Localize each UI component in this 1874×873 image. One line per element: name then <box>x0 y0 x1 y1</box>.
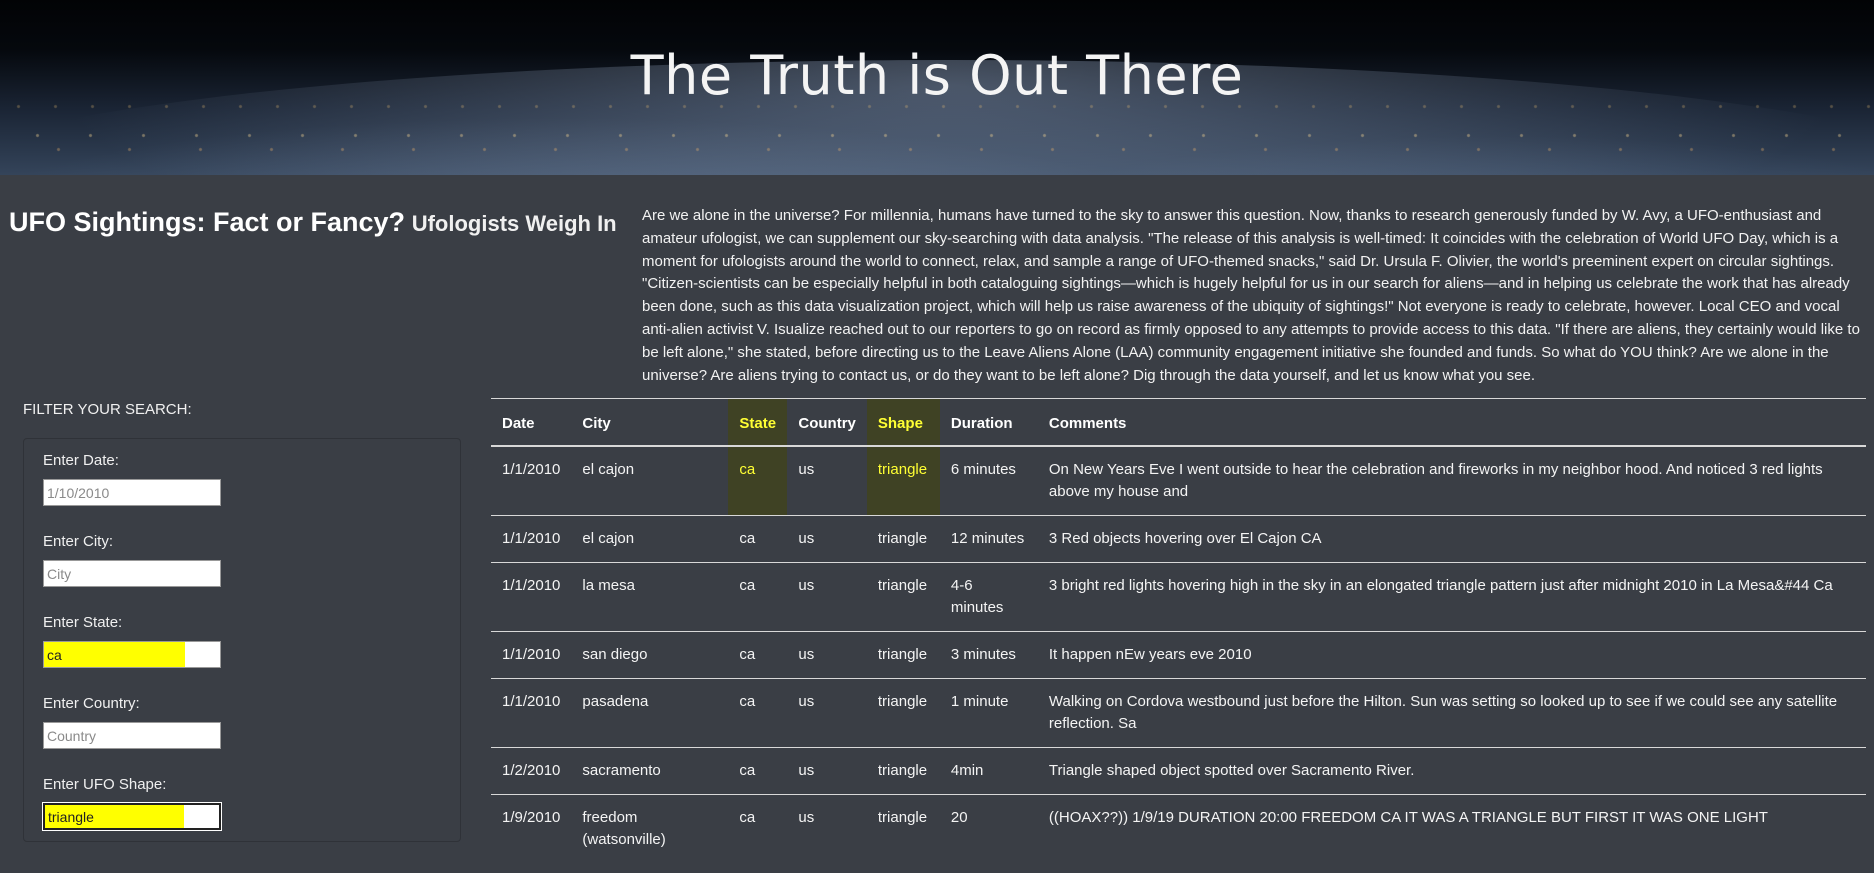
cell-date: 1/9/2010 <box>502 809 561 826</box>
cell-comments: 3 Red objects hovering over El Cajon CA <box>1048 530 1322 547</box>
table-row: 1/1/2010 pasadena ca us triangle 1 minute Walk… <box>491 679 1866 748</box>
hero-banner: The Truth is Out There <box>0 0 1874 175</box>
date-label: Enter Date: <box>43 452 119 469</box>
sightings-table-container: Date City State Country Shape Duration C… <box>491 398 1866 863</box>
filter-group-city: Enter City: <box>43 533 221 587</box>
filter-group-shape: Enter UFO Shape: <box>42 776 222 831</box>
cell-duration: 4-6 minutes <box>950 577 1004 616</box>
cell-state: ca <box>739 646 756 663</box>
cell-comments: On New Years Eve I went outside to hear … <box>1048 461 1823 500</box>
sightings-table: Date City State Country Shape Duration C… <box>491 398 1866 863</box>
header-shape[interactable]: Shape <box>866 398 940 446</box>
cell-state: ca <box>739 762 756 779</box>
cell-state: ca <box>728 446 788 516</box>
city-label: Enter City: <box>43 533 114 550</box>
filter-group-country: Enter Country: <box>43 695 221 749</box>
header-date[interactable]: Date <box>491 399 571 447</box>
cell-shape: triangle <box>877 762 928 779</box>
cell-date: 1/1/2010 <box>502 577 561 594</box>
hero-title: The Truth is Out There <box>630 44 1244 107</box>
city-input[interactable] <box>43 560 221 587</box>
table-row: 1/1/2010 el cajon ca us triangle 12 minutes 3 … <box>491 516 1866 563</box>
cell-comments: It happen nEw years eve 2010 <box>1048 646 1252 663</box>
cell-country: us <box>798 530 815 547</box>
cell-date: 1/1/2010 <box>502 646 561 663</box>
cell-duration: 1 minute <box>950 693 1009 710</box>
cell-comments: Walking on Cordova westbound just before… <box>1048 693 1838 732</box>
cell-duration: 3 minutes <box>950 646 1016 663</box>
state-label: Enter State: <box>43 614 123 631</box>
cell-city: freedom (watsonville) <box>582 809 666 848</box>
header-country[interactable]: Country <box>787 399 867 447</box>
cell-date: 1/1/2010 <box>502 461 561 478</box>
filter-heading: FILTER YOUR SEARCH: <box>23 401 192 418</box>
cell-state: ca <box>739 693 756 710</box>
cell-city: sacramento <box>582 762 661 779</box>
cell-duration: 20 <box>950 809 968 826</box>
table-row: 1/1/2010 el cajon ca us triangle 6 minutes On … <box>491 446 1866 516</box>
cell-comments: ((HOAX??)) 1/9/19 DURATION 20:00 FREEDOM… <box>1048 809 1768 826</box>
cell-duration: 12 minutes <box>950 530 1025 547</box>
cell-date: 1/2/2010 <box>502 762 561 779</box>
cell-country: us <box>798 646 815 663</box>
cell-country: us <box>798 461 815 478</box>
cell-comments: 3 bright red lights hovering high in the… <box>1048 577 1833 594</box>
cell-shape: triangle <box>877 530 928 547</box>
cell-state: ca <box>739 577 756 594</box>
shape-input[interactable] <box>42 802 222 831</box>
cell-shape: triangle <box>877 577 928 594</box>
cell-city: pasadena <box>582 693 649 710</box>
cell-comments: Triangle shaped object spotted over Sacr… <box>1048 762 1415 779</box>
cell-shape: triangle <box>877 809 928 826</box>
table-row: 1/1/2010 la mesa ca us triangle 4-6 minutes 3 … <box>491 563 1866 632</box>
filter-group-date: Enter Date: <box>43 452 221 506</box>
intro-paragraph: Are we alone in the universe? For millen… <box>642 207 1860 384</box>
country-label: Enter Country: <box>43 695 140 712</box>
table-row: 1/9/2010 freedom (watsonville) ca us triangl… <box>491 795 1866 864</box>
cell-city: san diego <box>582 646 648 663</box>
cell-state: ca <box>739 809 756 826</box>
page-title-main: UFO Sightings: Fact or Fancy? <box>9 207 406 237</box>
table-row: 1/2/2010 sacramento ca us triangle 4min Triang… <box>491 748 1866 795</box>
filter-panel: Enter Date: Enter City: Enter State: Ent… <box>23 438 461 842</box>
table-body: 1/1/2010 el cajon ca us triangle 6 minutes On … <box>491 446 1866 863</box>
header-comments[interactable]: Comments <box>1038 399 1866 447</box>
page-title: UFO Sightings: Fact or Fancy? Ufologists… <box>9 207 617 238</box>
shape-label: Enter UFO Shape: <box>43 776 167 793</box>
table-row: 1/1/2010 san diego ca us triangle 3 minutes It… <box>491 632 1866 679</box>
date-input[interactable] <box>43 479 221 506</box>
cell-city: el cajon <box>582 461 635 478</box>
cell-date: 1/1/2010 <box>502 693 561 710</box>
cell-country: us <box>798 809 815 826</box>
cell-state: ca <box>739 530 756 547</box>
header-city[interactable]: City <box>571 399 728 447</box>
country-input[interactable] <box>43 722 221 749</box>
cell-country: us <box>798 693 815 710</box>
cell-duration: 6 minutes <box>950 461 1016 478</box>
state-input[interactable] <box>43 641 221 668</box>
page-title-sub: Ufologists Weigh In <box>411 211 617 236</box>
cell-shape: triangle <box>877 646 928 663</box>
table-header-row: Date City State Country Shape Duration C… <box>491 398 1866 447</box>
cell-date: 1/1/2010 <box>502 530 561 547</box>
cell-duration: 4min <box>950 762 984 779</box>
cell-shape: triangle <box>877 693 928 710</box>
cell-country: us <box>798 577 815 594</box>
header-state[interactable]: State <box>728 398 788 446</box>
cell-shape: triangle <box>866 446 940 516</box>
header-duration[interactable]: Duration <box>940 399 1038 447</box>
cell-country: us <box>798 762 815 779</box>
filter-group-state: Enter State: <box>43 614 221 668</box>
cell-city: el cajon <box>582 530 635 547</box>
cell-city: la mesa <box>582 577 635 594</box>
